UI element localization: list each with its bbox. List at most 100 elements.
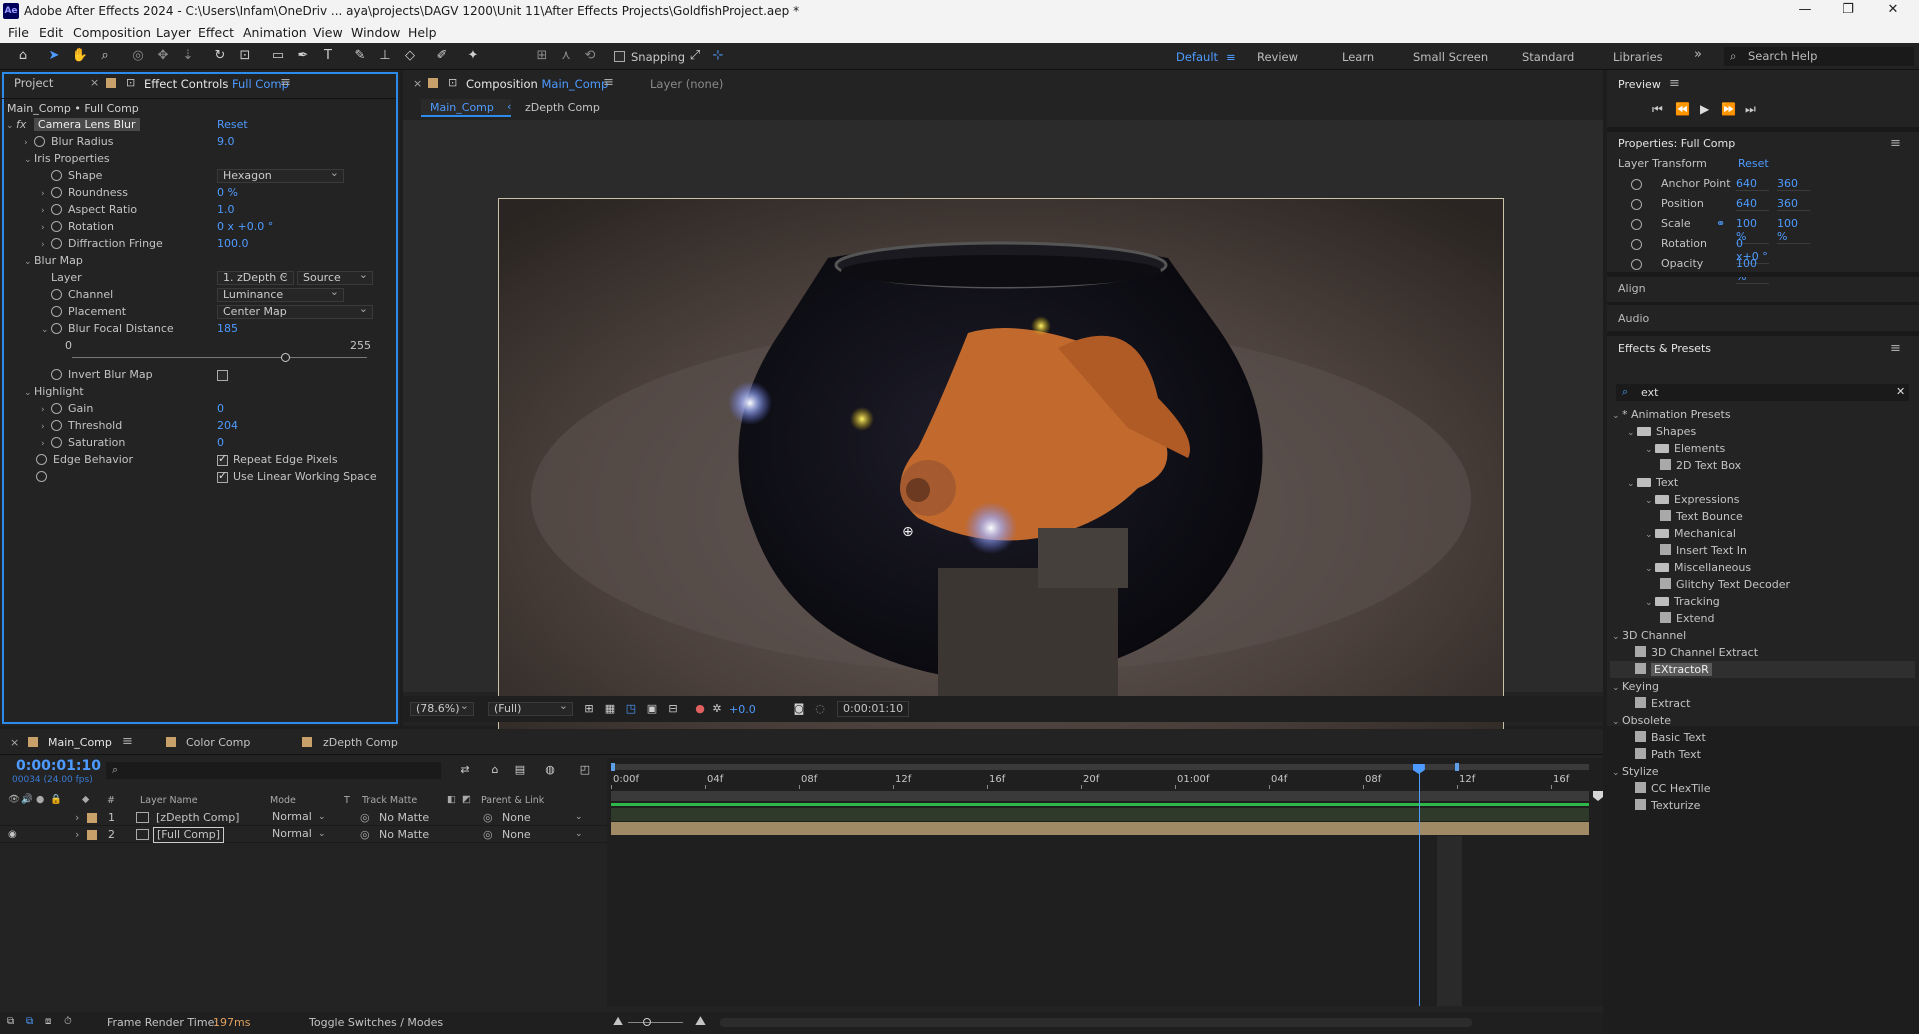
zoom-tool-icon[interactable]: ⌕ [95, 47, 115, 65]
workspace-small-screen[interactable]: Small Screen [1413, 50, 1488, 64]
effects-tree-item[interactable]: Basic Text [1635, 729, 1706, 746]
expand-chevron-icon[interactable]: ⌄ [1645, 493, 1655, 510]
layer-switches-icon[interactable]: ⧉ [7, 1016, 14, 1027]
last-frame-icon[interactable]: ⏭ [1745, 102, 1756, 117]
eraser-tool-icon[interactable]: ◇ [400, 47, 420, 65]
region-of-interest-icon[interactable]: ▣ [642, 700, 662, 718]
blur-map-group[interactable]: Blur Map [34, 254, 83, 267]
panel-menu-icon[interactable]: ≡ [1890, 341, 1901, 356]
next-frame-icon[interactable]: ⏩ [1721, 102, 1736, 116]
transform-reset-button[interactable]: Reset [1738, 157, 1769, 170]
layer-name[interactable]: [zDepth Comp] [153, 809, 242, 826]
effects-tree-item[interactable]: ⌄ Expressions [1645, 491, 1739, 508]
linear-working-space-checkbox[interactable] [217, 469, 228, 483]
transfer-controls-icon[interactable]: ⧉ [26, 1016, 33, 1027]
threshold-value[interactable]: 204 [217, 418, 238, 434]
stopwatch-icon[interactable] [51, 420, 62, 431]
constrain-proportions-icon[interactable]: ⚭ [1716, 217, 1725, 230]
stopwatch-icon[interactable] [51, 306, 62, 317]
navigator-end-handle[interactable] [1455, 763, 1459, 771]
transform-value[interactable]: 640 [1736, 177, 1769, 191]
highlight-group[interactable]: Highlight [34, 385, 84, 398]
playhead[interactable] [1412, 764, 1425, 1006]
current-time-display[interactable]: 0:00:01:10 [837, 701, 909, 717]
effects-tree-item[interactable]: Text Bounce [1660, 508, 1743, 525]
effects-tree-item[interactable]: Extend [1660, 610, 1715, 627]
magnification-dropdown[interactable]: (78.6%) [410, 700, 474, 716]
pan-tool-icon[interactable]: ✥ [153, 47, 173, 65]
home-icon[interactable]: ⌂ [13, 47, 33, 65]
work-area-end-marker[interactable] [1593, 791, 1603, 801]
timeline-layer-row[interactable]: › 1 [zDepth Comp] Normal ⌄ ◎ No Matte ◎ None ⌄ [0, 809, 607, 826]
effects-tree-item[interactable]: 2D Text Box [1660, 457, 1741, 474]
tab-layer[interactable]: Layer (none) [650, 77, 723, 101]
zoom-out-icon[interactable]: ⛰ [613, 1014, 623, 1029]
stopwatch-icon[interactable] [36, 471, 47, 482]
stopwatch-icon[interactable] [1631, 219, 1642, 230]
gain-value[interactable]: 0 [217, 401, 224, 417]
parent-pickwhip-icon[interactable]: ◎ [483, 826, 493, 843]
track-matte-dropdown[interactable]: No Matte [379, 826, 439, 843]
repeat-edge-pixels-checkbox[interactable] [217, 452, 228, 466]
expand-chevron-icon[interactable]: ⌄ [1612, 714, 1622, 731]
stopwatch-icon[interactable] [1631, 199, 1642, 210]
placement-dropdown[interactable]: Center Map [217, 303, 373, 319]
effects-tree-item[interactable]: ⌄ Mechanical [1645, 525, 1736, 542]
track-matte-dropdown[interactable]: No Matte [379, 809, 439, 826]
label-color-swatch[interactable] [87, 813, 97, 823]
blur-focal-distance-value[interactable]: 185 [217, 321, 238, 337]
menu-help[interactable]: Help [408, 25, 437, 40]
stopwatch-icon[interactable] [51, 170, 62, 181]
blur-focal-slider-thumb[interactable] [280, 353, 290, 362]
col-layer-name[interactable]: Layer Name [140, 795, 198, 806]
close-tab-icon[interactable]: × [10, 736, 19, 749]
resolution-dropdown[interactable]: (Full) [488, 700, 573, 716]
grid-guides-icon[interactable]: ⊟ [663, 700, 683, 718]
clear-search-icon[interactable]: ✕ [1896, 385, 1905, 398]
viewer-area[interactable]: ⊕ [403, 120, 1603, 766]
effects-tree-item[interactable]: EXtractoR [1635, 661, 1712, 678]
expand-chevron-icon[interactable]: › [75, 826, 79, 843]
effects-tree-item[interactable]: ⌄ Text [1627, 474, 1678, 491]
effects-tree-item[interactable]: ⌄ Miscellaneous [1645, 559, 1751, 576]
roto-brush-tool-icon[interactable]: ✐ [432, 47, 452, 65]
stopwatch-icon[interactable] [51, 369, 62, 380]
workspace-learn[interactable]: Learn [1342, 50, 1374, 64]
close-tab-icon[interactable]: × [90, 76, 99, 89]
toggle-switches-modes[interactable]: Toggle Switches / Modes [309, 1016, 443, 1029]
effects-tree-item[interactable]: ⌄ * Animation Presets [1612, 406, 1731, 423]
layer-source-dropdown[interactable]: Source [297, 269, 373, 285]
effect-name[interactable]: Camera Lens Blur [33, 118, 140, 131]
brush-tool-icon[interactable]: ✎ [350, 47, 370, 65]
parent-pickwhip-icon[interactable]: ◎ [483, 809, 493, 826]
label-color-swatch[interactable] [87, 830, 97, 840]
workspace-default[interactable]: Default [1176, 50, 1218, 64]
reset-exposure-icon[interactable]: ✲ [707, 700, 727, 718]
expand-chevron-icon[interactable]: ⌄ [1612, 680, 1622, 697]
composition-mini-flowchart-icon[interactable]: ⇄ [455, 761, 475, 779]
effects-tree-item[interactable]: 3D Channel Extract [1635, 644, 1758, 661]
previous-frame-icon[interactable]: ⏪ [1675, 102, 1690, 116]
effects-tree-item[interactable]: ⌄ Obsolete [1612, 712, 1671, 729]
time-navigator[interactable] [611, 764, 1589, 770]
timeline-scrollbar[interactable] [720, 1018, 1472, 1027]
effects-tree-item[interactable]: Texturize [1635, 797, 1700, 814]
clone-stamp-tool-icon[interactable]: ⊥ [375, 47, 395, 65]
menu-composition[interactable]: Composition [73, 25, 151, 40]
axis-local-icon[interactable]: ⊞ [532, 47, 552, 65]
iris-properties-group[interactable]: Iris Properties [34, 152, 110, 165]
work-area-bar[interactable] [611, 791, 1589, 801]
menu-effect[interactable]: Effect [198, 25, 234, 40]
audio-panel-title[interactable]: Audio [1618, 312, 1649, 325]
menu-animation[interactable]: Animation [243, 25, 307, 40]
parent-dropdown[interactable]: None [502, 826, 531, 843]
time-ruler[interactable]: 0:00f 04f 08f 12f 16f 20f 01:00f 04f 08f 12f 16f [611, 772, 1589, 789]
hand-tool-icon[interactable]: ✋ [70, 47, 90, 65]
timeline-tab-color-comp[interactable]: Color Comp [186, 736, 250, 749]
blur-radius-value[interactable]: 9.0 [217, 134, 235, 150]
snapping-checkbox[interactable] [614, 51, 625, 62]
flowchart-zdepth-comp[interactable]: zDepth Comp [525, 101, 600, 114]
expand-chevron-icon[interactable]: ⌄ [1645, 527, 1655, 544]
dolly-tool-icon[interactable]: ⇣ [178, 47, 198, 65]
timeline-tab-zdepth-comp[interactable]: zDepth Comp [323, 736, 398, 749]
